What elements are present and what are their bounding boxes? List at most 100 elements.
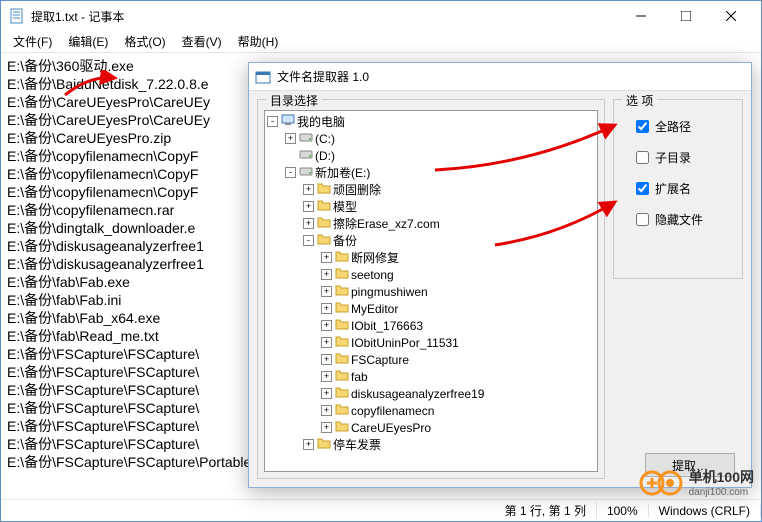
tree-node[interactable]: + CareUEyesPro	[267, 419, 595, 436]
tree-node[interactable]: + FSCapture	[267, 351, 595, 368]
tree-node[interactable]: + seetong	[267, 266, 595, 283]
menu-file[interactable]: 文件(F)	[5, 31, 60, 52]
tree-node-label: diskusageanalyzerfree19	[351, 387, 484, 401]
expand-icon[interactable]: +	[303, 218, 314, 229]
tree-node[interactable]: (D:)	[267, 147, 595, 164]
folder-icon	[335, 420, 349, 435]
expand-icon[interactable]: +	[321, 269, 332, 280]
expand-icon[interactable]: +	[321, 286, 332, 297]
tree-node[interactable]: + pingmushiwen	[267, 283, 595, 300]
tree-node[interactable]: + 擦除Erase_xz7.com	[267, 215, 595, 232]
tree-node-label: pingmushiwen	[351, 285, 428, 299]
expand-icon[interactable]: +	[303, 439, 314, 450]
option-subdir[interactable]: 子目录	[636, 149, 732, 166]
tree-node-label: 擦除Erase_xz7.com	[333, 215, 440, 232]
watermark: 单机100网 danji100.com	[637, 467, 754, 498]
tree-node[interactable]: + diskusageanalyzerfree19	[267, 385, 595, 402]
tree-node-label: CareUEyesPro	[351, 421, 431, 435]
expand-icon[interactable]: +	[303, 201, 314, 212]
close-button[interactable]	[708, 2, 753, 30]
menu-format[interactable]: 格式(O)	[116, 31, 173, 52]
tree-node-label: 新加卷(E:)	[315, 164, 370, 181]
tree-node-label: 断网修复	[351, 249, 399, 266]
drive-icon	[299, 165, 313, 180]
drive-icon	[299, 148, 313, 163]
folder-icon	[317, 437, 331, 452]
expand-icon[interactable]: +	[321, 337, 332, 348]
status-eol: Windows (CRLF)	[649, 504, 761, 518]
checkbox-hidden[interactable]	[636, 213, 649, 226]
tree-node[interactable]: + 停车发票	[267, 436, 595, 453]
checkbox-fullpath[interactable]	[636, 120, 649, 133]
tree-node-label: 顽固删除	[333, 181, 381, 198]
folder-icon	[335, 369, 349, 384]
checkbox-subdir[interactable]	[636, 151, 649, 164]
folder-icon	[317, 199, 331, 214]
tree-node[interactable]: -备份	[267, 232, 595, 249]
watermark-url: danji100.com	[689, 487, 754, 498]
folder-icon	[335, 301, 349, 316]
folder-icon	[335, 267, 349, 282]
expand-icon[interactable]: +	[321, 388, 332, 399]
expand-icon[interactable]: +	[285, 133, 296, 144]
tree-node[interactable]: +(C:)	[267, 130, 595, 147]
menu-edit[interactable]: 编辑(E)	[60, 31, 116, 52]
status-zoom: 100%	[597, 504, 649, 518]
tree-node[interactable]: +模型	[267, 198, 595, 215]
option-fullpath[interactable]: 全路径	[636, 118, 732, 135]
collapse-icon[interactable]: -	[303, 235, 314, 246]
options-group-title: 选 项	[622, 92, 657, 109]
tree-node[interactable]: + IObitUninPor_11531	[267, 334, 595, 351]
menubar: 文件(F) 编辑(E) 格式(O) 查看(V) 帮助(H)	[1, 31, 761, 53]
checkbox-ext[interactable]	[636, 182, 649, 195]
tree-node[interactable]: + copyfilenamecn	[267, 402, 595, 419]
tree-node-label: seetong	[351, 268, 394, 282]
folder-icon	[335, 284, 349, 299]
tree-node-label: FSCapture	[351, 353, 409, 367]
dialog-titlebar: 文件名提取器 1.0	[249, 63, 751, 91]
tree-node[interactable]: - 新加卷(E:)	[267, 164, 595, 181]
expand-icon[interactable]: +	[321, 405, 332, 416]
tree-node-label: IObitUninPor_11531	[351, 336, 459, 350]
tree-node[interactable]: + 断网修复	[267, 249, 595, 266]
dialog-title: 文件名提取器 1.0	[277, 68, 369, 85]
folder-icon	[335, 352, 349, 367]
expand-icon[interactable]: +	[321, 303, 332, 314]
watermark-brand: 单机100网	[689, 467, 754, 487]
tree-node[interactable]: + 顽固删除	[267, 181, 595, 198]
tree-node[interactable]: - 我的电脑	[267, 113, 595, 130]
menu-help[interactable]: 帮助(H)	[230, 31, 287, 52]
statusbar: 第 1 行, 第 1 列 100% Windows (CRLF)	[1, 499, 761, 521]
directory-tree[interactable]: -我的电脑+(C:)(D:)-新加卷(E:)+顽固删除+模型+擦除Erase_x…	[264, 110, 598, 472]
tree-node-label: 停车发票	[333, 436, 381, 453]
tree-node[interactable]: + fab	[267, 368, 595, 385]
expand-icon[interactable]: +	[321, 252, 332, 263]
drive-icon	[299, 131, 313, 146]
collapse-icon[interactable]: -	[267, 116, 278, 127]
option-hidden[interactable]: 隐藏文件	[636, 211, 732, 228]
expand-icon[interactable]: +	[303, 184, 314, 195]
expand-icon[interactable]: +	[321, 371, 332, 382]
folder-icon	[317, 216, 331, 231]
tree-node[interactable]: +MyEditor	[267, 300, 595, 317]
tree-node[interactable]: +IObit_176663	[267, 317, 595, 334]
menu-view[interactable]: 查看(V)	[174, 31, 230, 52]
tree-groupbox: 目录选择 -我的电脑+(C:)(D:)-新加卷(E:)+顽固删除+模型+擦除Er…	[257, 99, 605, 479]
tree-node-label: 我的电脑	[297, 113, 345, 130]
option-ext[interactable]: 扩展名	[636, 180, 732, 197]
expand-icon[interactable]: +	[321, 354, 332, 365]
folder-icon	[335, 250, 349, 265]
folder-icon	[317, 182, 331, 197]
maximize-button[interactable]	[663, 2, 708, 30]
dialog-app-icon	[255, 69, 271, 85]
folder-icon	[335, 386, 349, 401]
computer-icon	[281, 113, 295, 130]
options-groupbox: 选 项 全路径 子目录 扩展名 隐藏文件	[613, 99, 743, 279]
tree-node-label: fab	[351, 370, 368, 384]
minimize-button[interactable]	[618, 2, 663, 30]
expand-icon[interactable]: +	[321, 320, 332, 331]
folder-icon	[335, 318, 349, 333]
collapse-icon[interactable]: -	[285, 167, 296, 178]
expand-icon[interactable]: +	[321, 422, 332, 433]
tree-node-label: copyfilenamecn	[351, 404, 434, 418]
